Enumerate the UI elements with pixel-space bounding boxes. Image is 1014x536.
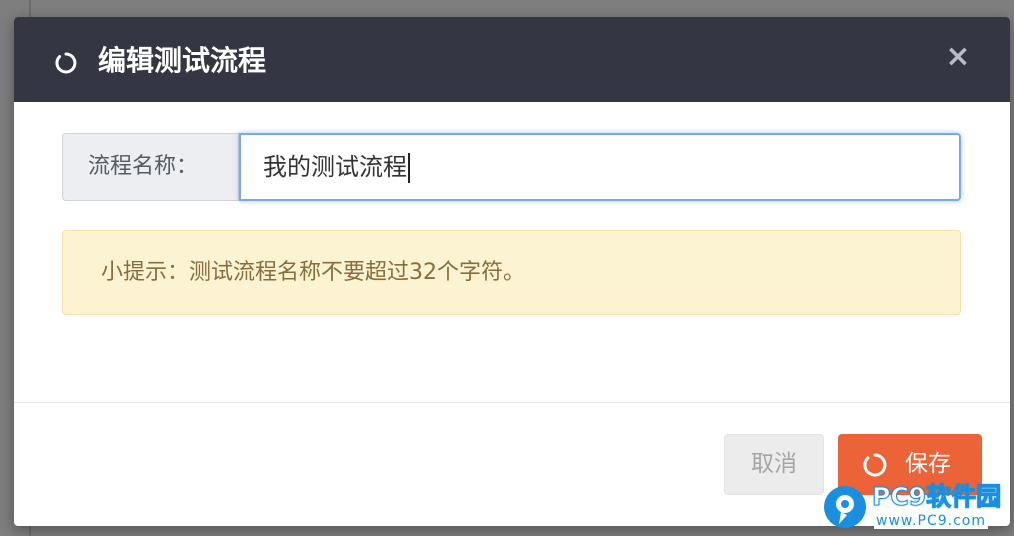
edit-flow-dialog: 编辑测试流程 × 流程名称： 我的测试流程 小提示：测试流程名称不要超过32个字… [14,17,1010,526]
flow-name-input-group: 流程名称： 我的测试流程 [62,133,961,201]
text-caret [408,153,410,183]
site-watermark: PC9软件园 www.PC9.com [822,482,1008,532]
hint-alert: 小提示：测试流程名称不要超过32个字符。 [62,230,961,315]
dialog-title: 编辑测试流程 [98,44,267,77]
flow-name-label: 流程名称： [62,133,239,201]
pc9-logo-icon [824,486,866,528]
spinner-ring-icon [55,52,77,74]
watermark-brand: PC9软件园 [871,482,1002,512]
flow-name-value: 我的测试流程 [263,153,407,181]
flow-name-input[interactable]: 我的测试流程 [239,133,961,201]
close-icon[interactable]: × [944,42,972,72]
footer-divider [14,402,1010,403]
cancel-button[interactable]: 取消 [724,434,824,495]
watermark-url: www.PC9.com [874,513,988,529]
spinner-ring-icon [863,453,887,477]
dialog-header: 编辑测试流程 × [14,17,1010,102]
